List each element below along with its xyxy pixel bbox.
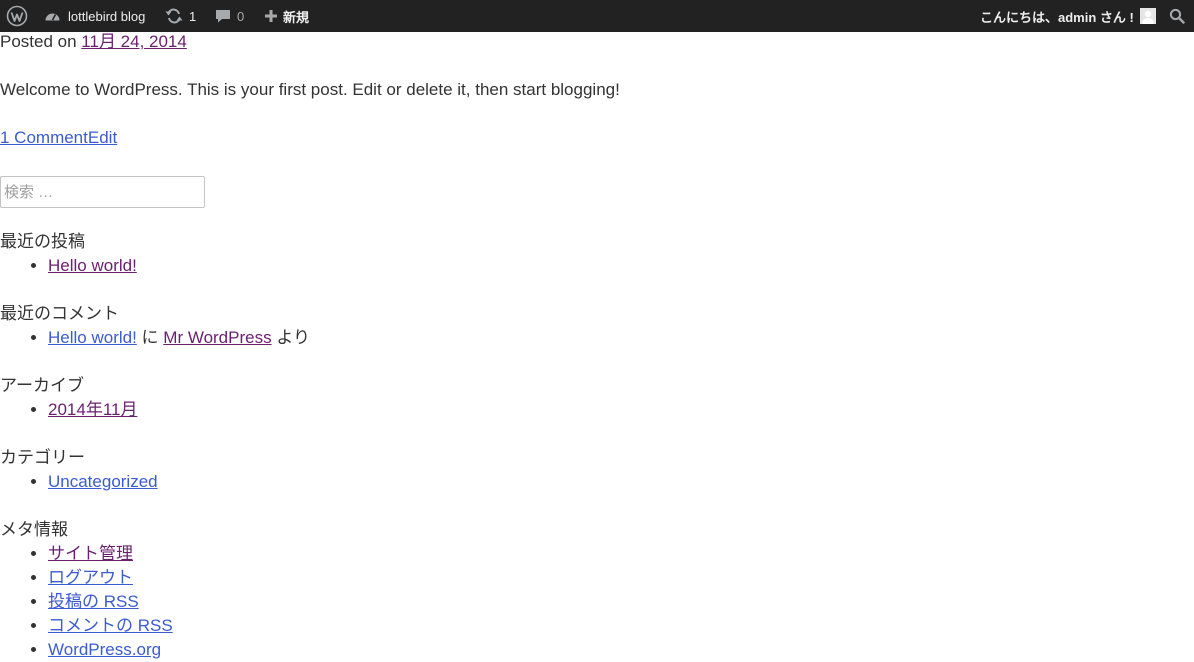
recent-posts-list: Hello world! <box>0 254 137 278</box>
archive-link[interactable]: 2014年11月 <box>48 400 137 419</box>
greeting-text: こんにちは、admin さん ! <box>980 9 1134 25</box>
search-icon[interactable] <box>1169 0 1185 32</box>
list-item: サイト管理 <box>48 542 173 566</box>
updates-menu[interactable]: 1 <box>165 0 196 32</box>
archives-list: 2014年11月 <box>0 398 137 422</box>
category-link[interactable]: Uncategorized <box>48 472 158 491</box>
recent-post-link[interactable]: Hello world! <box>48 256 137 275</box>
site-name-menu[interactable]: lottlebird blog <box>44 0 145 32</box>
wordpress-logo-icon[interactable] <box>6 0 28 32</box>
post-footer: 1 CommentEdit <box>0 126 117 150</box>
new-label: 新規 <box>283 9 310 25</box>
comment-on-text: に <box>141 328 159 347</box>
search-input[interactable] <box>0 176 205 208</box>
comments-count: 0 <box>237 8 245 24</box>
edit-link[interactable]: Edit <box>88 128 117 147</box>
recent-comments-title: 最近のコメント <box>0 304 119 323</box>
comment-post-link[interactable]: Hello world! <box>48 328 137 347</box>
list-item: Hello world! <box>48 254 137 278</box>
list-item: コメントの RSS <box>48 614 173 638</box>
comment-author-link[interactable]: Mr WordPress <box>163 328 271 347</box>
plus-icon <box>264 9 278 23</box>
comments-rss-link[interactable]: コメントの RSS <box>48 616 173 635</box>
post-meta: Posted on 11月 24, 2014 <box>0 30 187 54</box>
meta-list: サイト管理 ログアウト 投稿の RSS コメントの RSS WordPress.… <box>0 542 173 662</box>
recent-posts-title: 最近の投稿 <box>0 232 85 251</box>
recent-comments-list: Hello world! に Mr WordPress より <box>0 326 310 350</box>
new-content-menu[interactable]: 新規 <box>264 0 309 32</box>
wordpress-org-link[interactable]: WordPress.org <box>48 640 161 659</box>
posted-on-label: Posted on <box>0 32 77 51</box>
categories-list: Uncategorized <box>0 470 158 494</box>
comments-link[interactable]: 1 Comment <box>0 128 88 147</box>
posts-rss-link[interactable]: 投稿の RSS <box>48 592 139 611</box>
list-item: 投稿の RSS <box>48 590 173 614</box>
list-item: 2014年11月 <box>48 398 137 422</box>
avatar <box>1139 8 1156 24</box>
comment-by-text: より <box>276 328 310 347</box>
post-date-link[interactable]: 11月 24, 2014 <box>81 32 187 51</box>
archives-title: アーカイブ <box>0 376 84 395</box>
post-body: Welcome to WordPress. This is your first… <box>0 80 620 99</box>
updates-count: 1 <box>189 8 197 24</box>
comments-menu[interactable]: 0 <box>215 0 244 32</box>
site-name: lottlebird blog <box>68 8 146 24</box>
logout-link[interactable]: ログアウト <box>48 568 133 587</box>
list-item: WordPress.org <box>48 638 173 662</box>
list-item: Uncategorized <box>48 470 158 494</box>
updates-icon <box>165 8 183 24</box>
list-item: Hello world! に Mr WordPress より <box>48 326 310 350</box>
list-item: ログアウト <box>48 566 173 590</box>
comment-bubble-icon <box>215 8 231 24</box>
dashboard-icon <box>44 8 61 25</box>
meta-title: メタ情報 <box>0 520 68 539</box>
site-admin-link[interactable]: サイト管理 <box>48 544 133 563</box>
my-account-menu[interactable]: こんにちは、admin さん ! <box>980 0 1156 32</box>
categories-title: カテゴリー <box>0 448 85 467</box>
admin-bar: lottlebird blog 1 0 新規 こんにちは、admin さん ! <box>0 0 1194 32</box>
